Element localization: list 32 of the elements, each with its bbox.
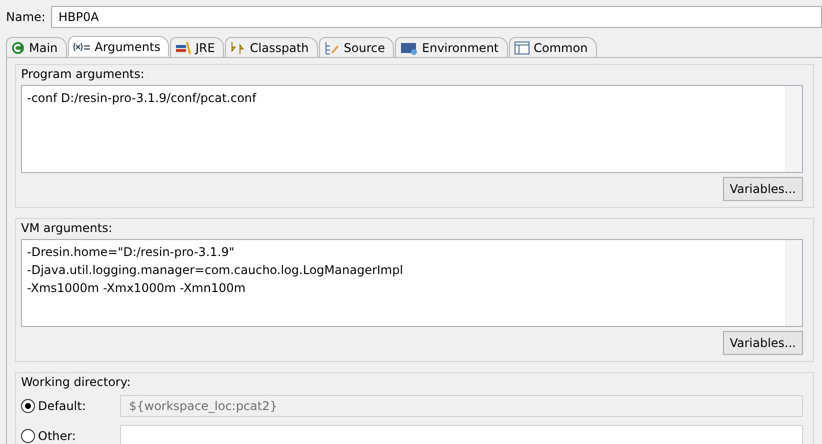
variables-button[interactable]: Variables... bbox=[722, 177, 803, 201]
tab[interactable]: Environment bbox=[395, 37, 508, 57]
group-title: Working directory: bbox=[21, 375, 132, 389]
scrollbar[interactable] bbox=[785, 240, 802, 326]
radio-label: Other: bbox=[38, 429, 77, 443]
books-icon bbox=[175, 40, 192, 54]
tab[interactable]: Classpath bbox=[224, 37, 318, 57]
radio-button[interactable] bbox=[21, 429, 35, 443]
group-title: Program arguments: bbox=[21, 67, 146, 81]
variable-icon bbox=[72, 42, 91, 52]
run-icon bbox=[11, 40, 25, 54]
radio-label: Default: bbox=[38, 399, 87, 413]
name-field[interactable]: HBP0A bbox=[51, 6, 822, 28]
group-title: VM arguments: bbox=[21, 221, 114, 235]
variables-button[interactable]: Variables... bbox=[722, 331, 803, 355]
arguments-field[interactable]: -Dresin.home="D:/resin-pro-3.1.9" -Djava.util.logging.manager=com.caucho.log.LogManagerImpl -Xms1000m -Xmx1000m -Xmn100m bbox=[21, 239, 803, 327]
argument-line: -Dresin.home="D:/resin-pro-3.1.9" bbox=[27, 244, 236, 261]
tab[interactable]: Arguments bbox=[68, 36, 170, 56]
argument-line: -conf D:/resin-pro-3.1.9/conf/pcat.conf bbox=[27, 90, 258, 107]
argument-line: -Xms1000m -Xmx1000m -Xmn100m bbox=[27, 280, 247, 297]
tab[interactable]: JRE bbox=[170, 37, 224, 57]
window-icon bbox=[400, 40, 418, 54]
name-label: Name: bbox=[6, 10, 46, 24]
directory-field[interactable] bbox=[120, 425, 803, 444]
argument-line: -Djava.util.logging.manager=com.caucho.log.LogManagerImpl bbox=[27, 262, 404, 279]
scrollbar[interactable] bbox=[785, 86, 802, 172]
tab[interactable]: Source bbox=[318, 37, 394, 57]
tab[interactable]: Main bbox=[6, 37, 67, 57]
arguments-field[interactable]: -conf D:/resin-pro-3.1.9/conf/pcat.conf bbox=[21, 85, 803, 173]
tab[interactable]: Common bbox=[508, 37, 597, 57]
table-icon bbox=[514, 40, 530, 54]
tree-icon bbox=[324, 40, 340, 54]
